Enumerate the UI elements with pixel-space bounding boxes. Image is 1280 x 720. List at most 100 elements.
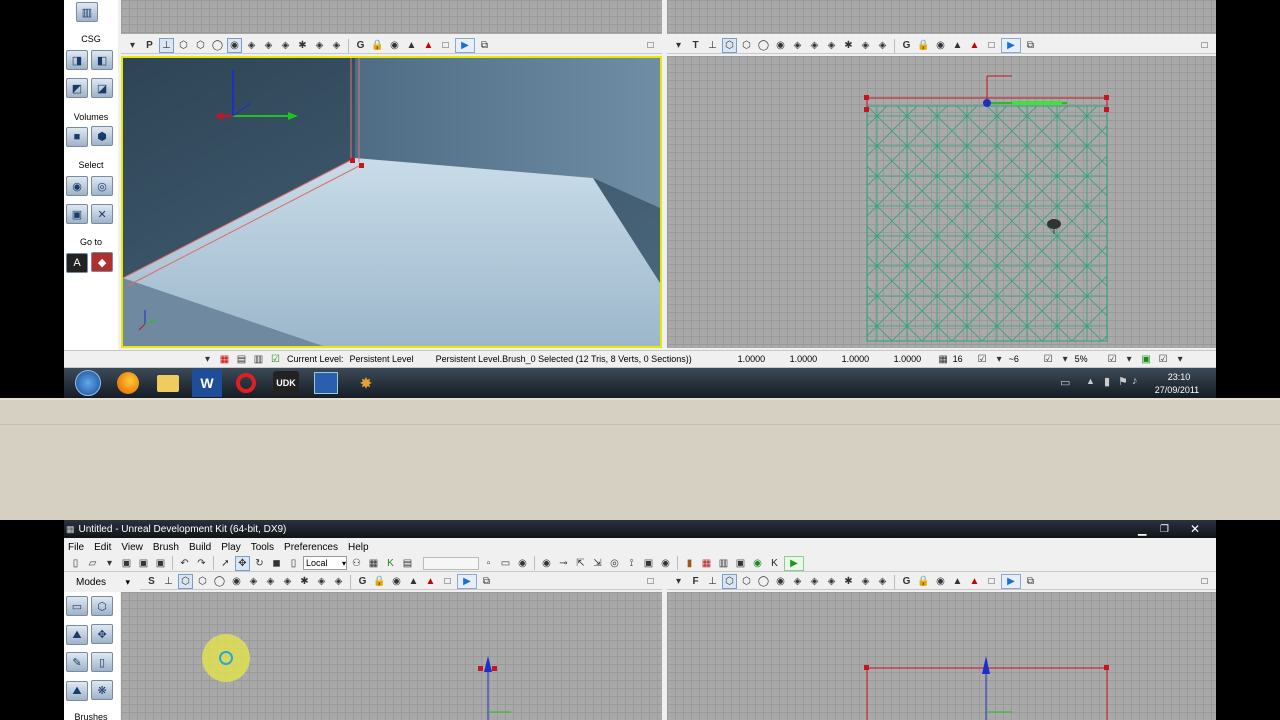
lit-icon[interactable]: ◉ (229, 574, 244, 589)
grid-snap-toggle[interactable]: ☑ (975, 352, 990, 367)
maximize-viewport-icon[interactable]: □ (438, 38, 453, 53)
level-browser-icon[interactable]: ▤ (234, 352, 249, 367)
volume-list-icon[interactable]: ⬢ (91, 126, 114, 146)
unlit-icon[interactable]: ◯ (212, 574, 227, 589)
undo-icon[interactable]: ↶ (177, 556, 192, 571)
game-view-button[interactable]: G (353, 38, 368, 53)
sync-icon[interactable]: ◉ (515, 556, 530, 571)
lock-icon[interactable]: 🔒 (916, 38, 931, 53)
texture-density-icon[interactable]: ✱ (295, 38, 310, 53)
wireframe-icon[interactable]: ⬡ (739, 574, 754, 589)
side-viewport[interactable] (121, 592, 662, 720)
scale-snap-toggle[interactable]: ☑ (1105, 352, 1120, 367)
record-icon[interactable]: ▲ (421, 38, 436, 53)
map-check-icon[interactable]: ▥ (716, 556, 731, 571)
light-complexity-icon[interactable]: ◈ (824, 574, 839, 589)
wireframe-icon[interactable]: ⬡ (739, 38, 754, 53)
play-on-pc-icon[interactable]: ▣ (733, 556, 748, 571)
clock-time[interactable]: 23:10 (1156, 372, 1202, 382)
menu-play[interactable]: Play (221, 542, 240, 553)
check-icon[interactable]: ☑ (268, 352, 283, 367)
tray-keyboard-icon[interactable]: ▭ (1060, 376, 1070, 389)
non-uniform-scale-icon[interactable]: ▯ (286, 556, 301, 571)
build-all-icon[interactable]: ▣ (641, 556, 656, 571)
menu-file[interactable]: File (68, 542, 84, 553)
close-icon[interactable]: ✕ (1190, 522, 1200, 536)
eye-icon[interactable]: ◉ (933, 574, 948, 589)
play-in-viewport-button[interactable]: ▶ (1001, 38, 1021, 53)
rotation-snap-toggle[interactable]: ☑ (1041, 352, 1056, 367)
record-icon[interactable]: ▲ (423, 574, 438, 589)
goto-builder-brush-icon[interactable]: ◆ (91, 252, 114, 272)
realtime-icon[interactable]: ⊥ (159, 38, 174, 53)
lightmap-density-icon[interactable]: ◈ (329, 38, 344, 53)
maximize-viewport-icon[interactable]: □ (984, 574, 999, 589)
dropdown-arrow-icon[interactable]: ▾ (1173, 352, 1188, 367)
maximize-viewport-icon[interactable]: □ (984, 38, 999, 53)
start-orb-icon[interactable] (68, 369, 108, 397)
lighting-only-icon[interactable]: ◈ (261, 38, 276, 53)
udk-icon[interactable]: UDK (266, 369, 306, 397)
kismet-k-icon[interactable]: K (767, 556, 782, 571)
viewport-options-icon[interactable]: ⧉ (477, 38, 492, 53)
eye-icon[interactable]: ◉ (387, 38, 402, 53)
unreal-editor-icon[interactable]: ✸ (346, 369, 386, 397)
csg-deintersect-icon[interactable]: ◪ (91, 78, 114, 98)
viewport-options-icon[interactable]: ⧉ (1023, 38, 1038, 53)
camera-icon[interactable]: ▲ (404, 38, 419, 53)
shader-complexity-icon[interactable]: ◈ (858, 574, 873, 589)
csg-add-icon[interactable]: ◨ (66, 50, 88, 70)
open-file-icon[interactable]: ▱ (85, 556, 100, 571)
show-all-icon[interactable]: ✕ (91, 204, 114, 224)
select-mode-icon[interactable]: ➚ (218, 556, 233, 571)
brush-mode-icon[interactable]: ▥ (76, 2, 98, 22)
lock-icon[interactable]: 🔒 (916, 574, 931, 589)
csg-intersect-icon[interactable]: ◩ (66, 78, 88, 98)
coord-system-select[interactable]: Local ▾ (303, 556, 347, 570)
csg-subtract-icon[interactable]: ◧ (91, 50, 114, 70)
recorder-icon[interactable] (226, 369, 266, 397)
redo-icon[interactable]: ↷ (194, 556, 209, 571)
search-field[interactable] (423, 556, 479, 570)
menu-brush[interactable]: Brush (153, 542, 179, 553)
realtime-icon[interactable]: ⊥ (705, 574, 720, 589)
detail-lighting-icon[interactable]: ◈ (244, 38, 259, 53)
invert-selection-icon[interactable]: ▣ (66, 204, 88, 224)
current-level-value[interactable]: Persistent Level (350, 354, 414, 364)
kismet-icon[interactable]: K (383, 556, 398, 571)
grid-snap-icon[interactable]: ▦ (936, 352, 951, 367)
add-volume-icon[interactable]: ■ (66, 126, 88, 147)
brush-wireframe-icon[interactable]: ⬡ (722, 574, 737, 589)
explorer-folder-icon[interactable] (148, 369, 188, 397)
word-icon[interactable]: W (192, 369, 222, 397)
texture-density-icon[interactable]: ✱ (297, 574, 312, 589)
dropdown-arrow-icon[interactable]: ▾ (125, 577, 130, 588)
drag-scale-all[interactable]: 1.0000 (894, 354, 934, 364)
save-as-icon[interactable]: ▣ (153, 556, 168, 571)
camera-icon[interactable]: ▲ (406, 574, 421, 589)
pin-icon[interactable]: ⊸ (556, 556, 571, 571)
rotation-snap-value[interactable]: ~6 (1009, 354, 1039, 364)
viewport-splitter[interactable] (662, 0, 667, 350)
restore-icon[interactable]: ❐ (1160, 524, 1169, 535)
build-paths-icon[interactable]: ◎ (607, 556, 622, 571)
record-icon[interactable]: ▲ (967, 574, 982, 589)
drag-grid-icon[interactable]: ▦ (217, 352, 232, 367)
kismet-icon[interactable]: ▥ (251, 352, 266, 367)
wireframe-icon[interactable]: ⬡ (195, 574, 210, 589)
menu-help[interactable]: Help (348, 542, 369, 553)
binoculars-icon[interactable]: ⚇ (349, 556, 364, 571)
texture-density-icon[interactable]: ✱ (841, 38, 856, 53)
lock-icon[interactable]: 🔒 (370, 38, 385, 53)
maximize-viewport-icon[interactable]: □ (440, 574, 455, 589)
front-type-button[interactable]: F (688, 574, 703, 589)
tray-volume-icon[interactable]: ♪ (1132, 375, 1138, 387)
lit-icon[interactable]: ◉ (773, 38, 788, 53)
front-viewport[interactable] (667, 592, 1216, 720)
light-complexity-icon[interactable]: ◈ (280, 574, 295, 589)
paint-icon[interactable] (306, 369, 346, 397)
maximize-icon[interactable]: □ (643, 574, 658, 589)
eye-icon[interactable]: ◉ (933, 38, 948, 53)
geometry-mode-icon[interactable]: ⬡ (91, 596, 114, 616)
tray-arrow-icon[interactable]: ▲ (1086, 376, 1095, 386)
